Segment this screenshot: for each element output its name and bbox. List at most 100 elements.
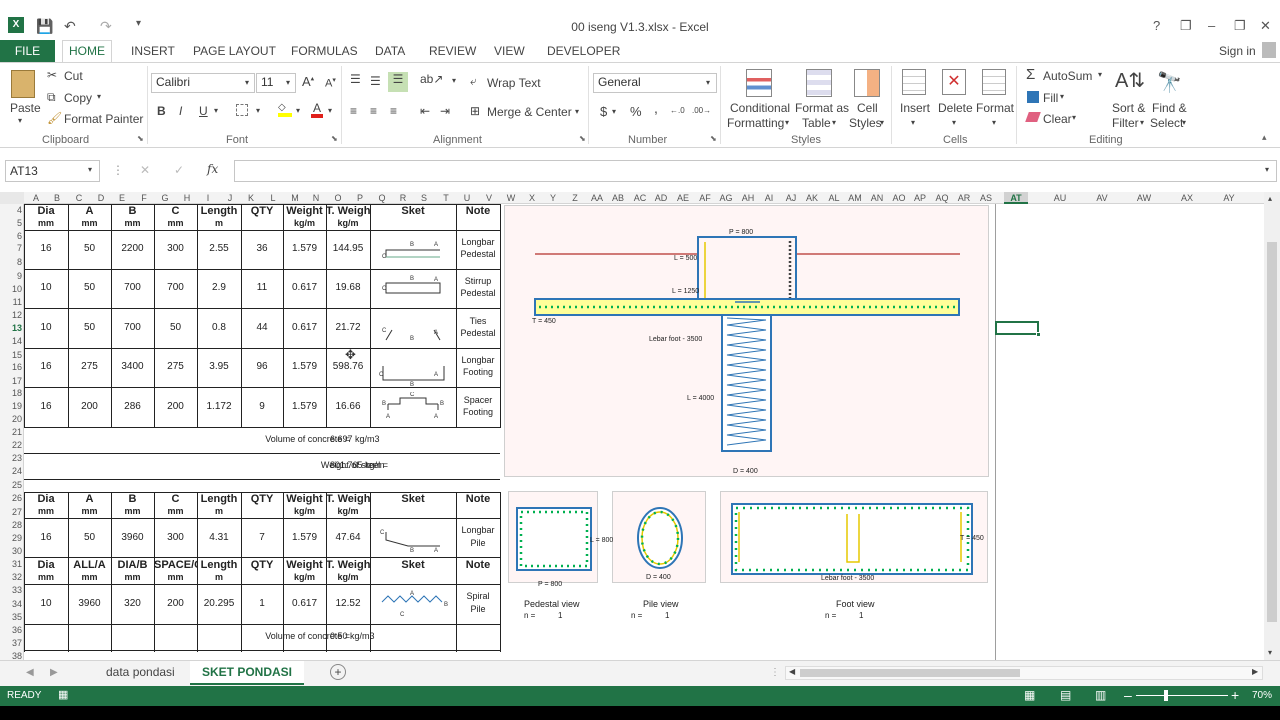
next-sheet-icon[interactable]: ▶ xyxy=(50,667,58,678)
row-header[interactable]: 14 xyxy=(0,336,22,346)
new-sheet-icon[interactable]: + xyxy=(330,664,346,680)
fill-handle[interactable] xyxy=(1036,332,1041,337)
fill-color-dropdown-icon[interactable]: ▾ xyxy=(296,106,300,115)
decrease-decimal-icon[interactable]: .00→ xyxy=(692,106,711,115)
name-box-dropdown-icon[interactable]: ▾ xyxy=(88,165,92,174)
row-header[interactable]: 33 xyxy=(0,585,22,595)
row-header[interactable]: 32 xyxy=(0,572,22,582)
row-header[interactable]: 5 xyxy=(0,218,22,228)
align-left-icon[interactable]: ≡ xyxy=(350,104,357,118)
insert-cells-button[interactable]: Insert xyxy=(900,101,930,115)
expand-formula-icon[interactable]: ▾ xyxy=(1265,165,1269,174)
row-header[interactable]: 11 xyxy=(0,297,22,307)
column-header[interactable]: AB xyxy=(606,192,630,204)
column-header[interactable]: AR xyxy=(952,192,976,204)
column-header[interactable]: AW xyxy=(1132,192,1156,204)
orientation-icon[interactable]: ab↗ xyxy=(420,72,443,86)
alignment-launcher-icon[interactable]: ⬊ xyxy=(579,134,586,143)
underline-dropdown-icon[interactable]: ▾ xyxy=(214,106,218,115)
number-launcher-icon[interactable]: ⬊ xyxy=(710,134,717,143)
page-break-view-icon[interactable]: ▥ xyxy=(1095,688,1106,702)
tab-page-layout[interactable]: PAGE LAYOUT xyxy=(193,44,276,58)
column-header[interactable]: Z xyxy=(563,192,587,204)
row-header[interactable]: 4 xyxy=(0,205,22,215)
format-painter-button[interactable]: Format Painter xyxy=(64,112,143,126)
borders-icon[interactable] xyxy=(236,104,248,116)
fill-color-icon[interactable]: ◇ xyxy=(278,103,292,117)
autosum-dropdown-icon[interactable]: ▾ xyxy=(1098,70,1102,79)
clear-button[interactable]: Clear xyxy=(1043,112,1072,126)
collapse-ribbon-icon[interactable]: ▴ xyxy=(1262,132,1267,143)
ribbon-display-button[interactable]: ❐ xyxy=(1180,18,1192,34)
sheet-tab-data-pondasi[interactable]: data pondasi xyxy=(94,661,187,685)
font-color-dropdown-icon[interactable]: ▾ xyxy=(328,106,332,115)
zoom-slider-thumb[interactable] xyxy=(1164,690,1168,701)
row-header[interactable]: 22 xyxy=(0,440,22,450)
conditional-formatting-button[interactable]: Conditional xyxy=(730,101,790,115)
zoom-in-icon[interactable]: + xyxy=(1231,687,1239,703)
tab-insert[interactable]: INSERT xyxy=(131,44,175,58)
borders-dropdown-icon[interactable]: ▾ xyxy=(256,106,260,115)
column-header[interactable]: AP xyxy=(908,192,932,204)
column-header[interactable]: P xyxy=(348,192,372,204)
column-header[interactable]: O xyxy=(326,192,350,204)
column-header[interactable]: AT xyxy=(1004,192,1028,204)
paste-button[interactable]: Paste xyxy=(10,101,41,115)
clipboard-launcher-icon[interactable]: ⬊ xyxy=(137,134,144,143)
row-header[interactable]: 18 xyxy=(0,388,22,398)
row-header[interactable]: 26 xyxy=(0,493,22,503)
sign-in-link[interactable]: Sign in xyxy=(1219,44,1256,58)
minimize-button[interactable]: – xyxy=(1208,18,1215,33)
row-header[interactable]: 6 xyxy=(0,231,22,241)
sort-dropdown-icon[interactable]: ▾ xyxy=(1140,118,1144,127)
zoom-out-icon[interactable]: – xyxy=(1124,687,1132,703)
number-format-select[interactable]: General xyxy=(593,73,717,93)
row-header[interactable]: 34 xyxy=(0,599,22,609)
column-header[interactable]: AV xyxy=(1090,192,1114,204)
increase-decimal-icon[interactable]: ←.0 xyxy=(670,106,685,115)
format-table-dropdown-icon[interactable]: ▾ xyxy=(832,118,836,127)
cell-styles-button[interactable]: Cell xyxy=(857,101,878,115)
format-cells-button[interactable]: Format xyxy=(976,101,1014,115)
top-align-icon[interactable]: ☰ xyxy=(350,72,361,86)
row-header[interactable]: 31 xyxy=(0,559,22,569)
name-box[interactable]: AT13 xyxy=(5,160,100,182)
row-header[interactable]: 29 xyxy=(0,533,22,543)
autosum-button[interactable]: AutoSum xyxy=(1043,69,1092,83)
currency-button[interactable]: $ xyxy=(600,104,607,119)
row-header[interactable]: 19 xyxy=(0,401,22,411)
bottom-align-icon[interactable]: ☰ xyxy=(388,72,408,92)
italic-button[interactable]: I xyxy=(179,104,182,118)
merge-center-button[interactable]: Merge & Center xyxy=(487,105,572,119)
row-header[interactable]: 10 xyxy=(0,284,22,294)
tab-split-icon[interactable]: ⋮ xyxy=(770,667,780,678)
tab-review[interactable]: REVIEW xyxy=(429,44,476,58)
underline-button[interactable]: U xyxy=(199,104,208,118)
bold-button[interactable]: B xyxy=(157,104,166,118)
vertical-scroll-thumb[interactable] xyxy=(1267,242,1277,622)
tab-view[interactable]: VIEW xyxy=(494,44,525,58)
column-header[interactable]: N xyxy=(304,192,328,204)
column-header[interactable]: L xyxy=(261,192,285,204)
normal-view-icon[interactable]: ▦ xyxy=(1024,688,1035,702)
merge-dropdown-icon[interactable]: ▾ xyxy=(575,107,579,116)
cut-button[interactable]: Cut xyxy=(64,69,83,83)
scroll-left-icon[interactable]: ◀ xyxy=(789,667,795,676)
align-center-icon[interactable]: ≡ xyxy=(370,104,377,118)
select-all-corner[interactable] xyxy=(0,192,24,204)
enter-formula-button[interactable]: ✓ xyxy=(174,163,184,177)
row-header[interactable]: 23 xyxy=(0,453,22,463)
column-header[interactable]: G xyxy=(153,192,177,204)
column-header[interactable]: E xyxy=(110,192,134,204)
delete-cells-button[interactable]: Delete xyxy=(938,101,973,115)
copy-button[interactable]: Copy xyxy=(64,91,92,105)
zoom-slider[interactable] xyxy=(1136,695,1228,696)
clear-dropdown-icon[interactable]: ▾ xyxy=(1072,113,1076,122)
column-header[interactable]: AI xyxy=(757,192,781,204)
row-header[interactable]: 17 xyxy=(0,376,22,386)
find-select-button[interactable]: Find & xyxy=(1152,101,1187,115)
orientation-dropdown-icon[interactable]: ▾ xyxy=(452,76,456,85)
help-button[interactable]: ? xyxy=(1153,18,1160,33)
row-header[interactable]: 8 xyxy=(0,257,22,267)
cell-styles-dropdown-icon[interactable]: ▾ xyxy=(880,118,884,127)
